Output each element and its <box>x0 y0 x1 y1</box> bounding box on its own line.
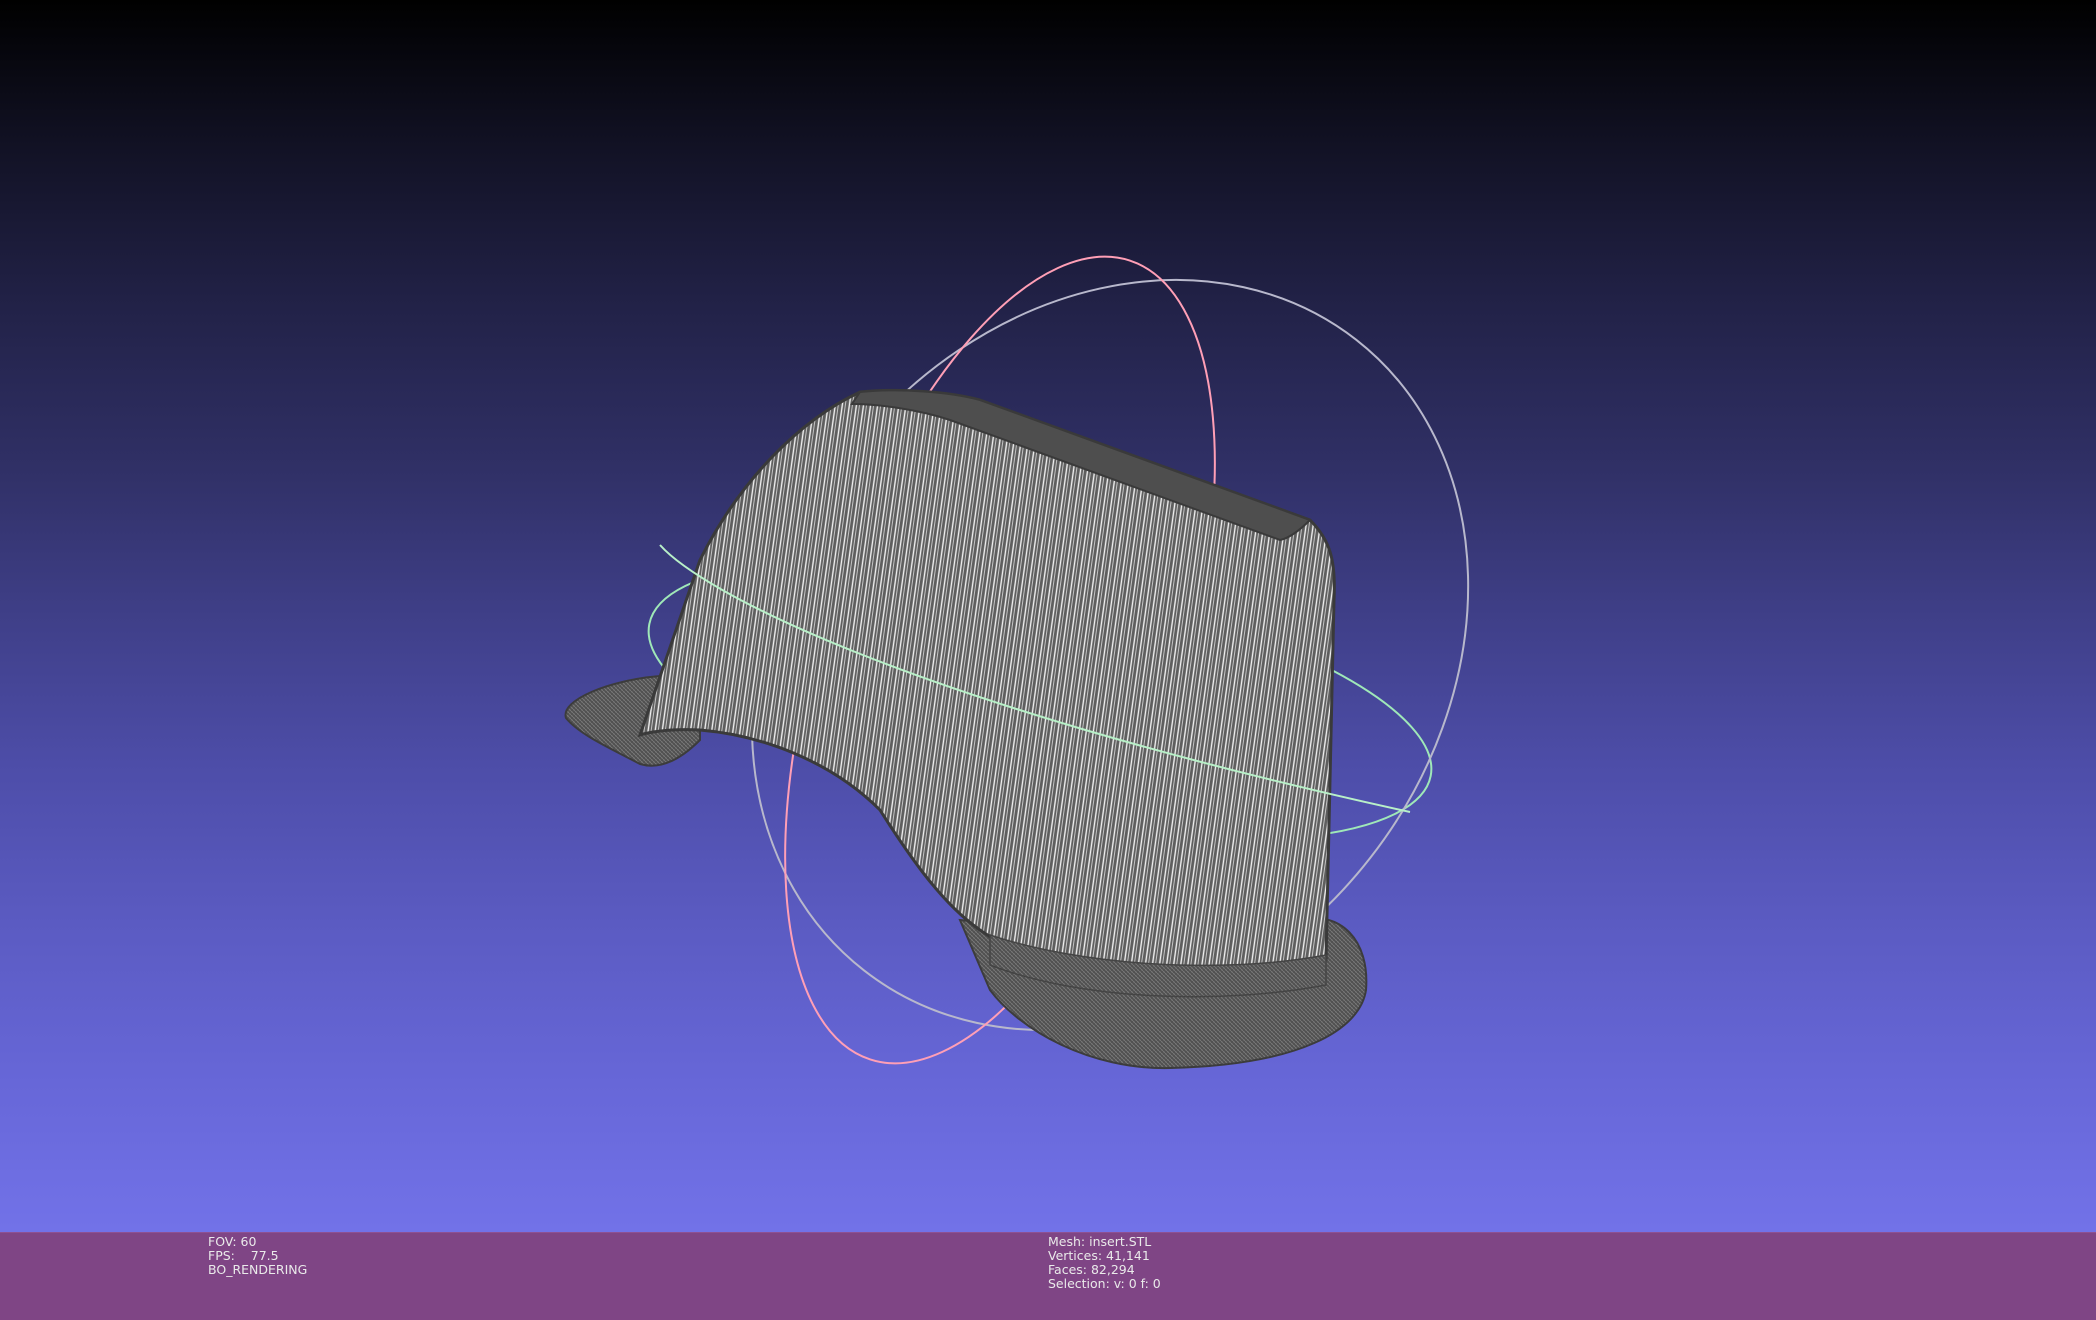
render-mode-readout: BO_RENDERING <box>208 1262 308 1277</box>
scene-canvas[interactable] <box>0 0 2096 1232</box>
selection-readout: Selection: v: 0 f: 0 <box>1048 1276 1161 1291</box>
3d-viewport[interactable] <box>0 0 2096 1232</box>
mesh-info-panel: Mesh: insert.STL Vertices: 41,141 Faces:… <box>1048 1235 1161 1291</box>
mesh-name-readout: Mesh: insert.STL <box>1048 1234 1152 1249</box>
fps-readout: FPS: 77.5 <box>208 1248 279 1263</box>
faces-readout: Faces: 82,294 <box>1048 1262 1135 1277</box>
fov-readout: FOV: 60 <box>208 1234 257 1249</box>
status-bar: FOV: 60 FPS: 77.5 BO_RENDERING Mesh: ins… <box>0 1232 2096 1320</box>
render-info-panel: FOV: 60 FPS: 77.5 BO_RENDERING <box>208 1235 307 1277</box>
vertices-readout: Vertices: 41,141 <box>1048 1248 1150 1263</box>
mesh-model-icon <box>564 388 1368 1070</box>
